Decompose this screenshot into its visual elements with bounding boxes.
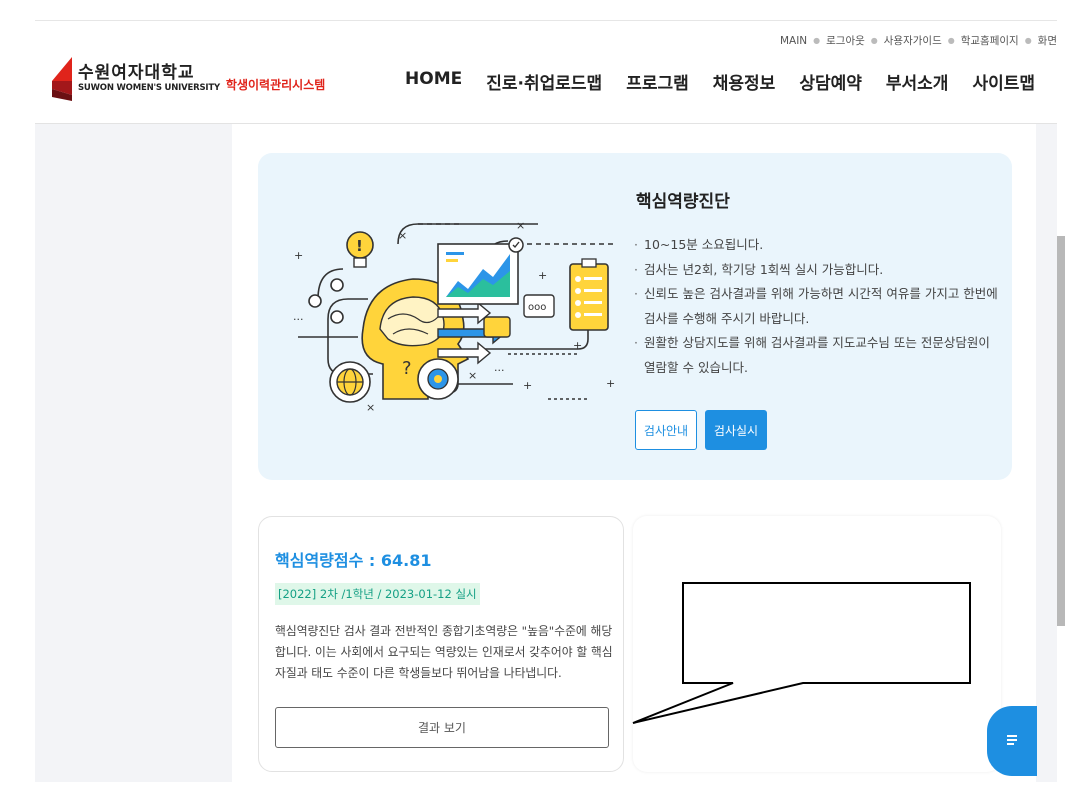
separator-dot: ●	[813, 36, 821, 45]
logo-korean-text: 수원여자대학교	[78, 63, 195, 84]
intro-bullet: 검사는 년2회, 학기당 1회씩 실시 가능합니다.	[632, 258, 1002, 283]
document-list-icon	[1007, 735, 1017, 747]
svg-text:+: +	[294, 249, 303, 262]
main-nav: HOME 진로·취업로드맵 프로그램 채용정보 상담예약 부서소개 사이트맵	[381, 69, 1035, 94]
view-result-button[interactable]: 결과 보기	[275, 707, 609, 748]
separator-dot: ●	[947, 36, 955, 45]
intro-bullet: 10~15분 소요됩니다.	[632, 233, 1002, 258]
scrollbar[interactable]	[1057, 236, 1065, 626]
score-card: 핵심역량점수 : 64.81 [2022] 2차 /1학년 / 2023-01-…	[258, 516, 624, 772]
test-guide-button[interactable]: 검사안내	[635, 410, 697, 450]
svg-text:×: ×	[398, 229, 407, 242]
test-start-button[interactable]: 검사실시	[705, 410, 767, 450]
speech-callout-box	[632, 582, 971, 724]
svg-text:+: +	[538, 269, 547, 282]
logo-mark-icon	[50, 57, 74, 101]
intro-title: 핵심역량진단	[636, 192, 730, 212]
svg-text:?: ?	[402, 358, 412, 379]
util-link-user-guide[interactable]: 사용자가이드	[884, 33, 942, 48]
utility-links: MAIN ● 로그아웃 ● 사용자가이드 ● 학교홈페이지 ● 화면	[780, 33, 1057, 48]
nav-career-roadmap[interactable]: 진로·취업로드맵	[486, 69, 602, 94]
nav-home[interactable]: HOME	[405, 69, 462, 94]
score-title: 핵심역량점수 : 64.81	[275, 551, 432, 570]
separator-dot: ●	[1024, 36, 1032, 45]
svg-text:···: ···	[293, 313, 304, 326]
intro-bullet: 원활한 상담지도를 위해 검사결과를 지도교수님 또는 전문상담원이 열람할 수…	[632, 331, 1002, 380]
site-header: MAIN ● 로그아웃 ● 사용자가이드 ● 학교홈페이지 ● 화면 수원여자대…	[35, 20, 1057, 124]
intro-bullet-list: 10~15분 소요됩니다. 검사는 년2회, 학기당 1회씩 실시 가능합니다.…	[632, 233, 1002, 380]
util-link-main[interactable]: MAIN	[780, 35, 807, 47]
util-link-logout[interactable]: 로그아웃	[826, 33, 865, 48]
nav-counsel-reservation[interactable]: 상담예약	[799, 69, 862, 94]
core-competency-intro: ! ? ooo + × × + ··· + × × + + ··· 핵심역량진단…	[258, 153, 1012, 480]
util-link-screen[interactable]: 화면	[1038, 33, 1057, 48]
nav-sitemap[interactable]: 사이트맵	[972, 69, 1035, 94]
logo-english-text: SUWON WOMEN'S UNIVERSITY	[78, 83, 220, 94]
svg-text:···: ···	[494, 364, 505, 377]
nav-department-intro[interactable]: 부서소개	[886, 69, 949, 94]
system-name: 학생이력관리시스템	[225, 77, 326, 92]
svg-text:×: ×	[366, 401, 375, 414]
svg-text:+: +	[523, 379, 532, 392]
util-link-school-homepage[interactable]: 학교홈페이지	[961, 33, 1019, 48]
floating-menu-button[interactable]	[987, 706, 1037, 776]
svg-text:+: +	[573, 339, 582, 352]
score-description: 핵심역량진단 검사 결과 전반적인 종합기초역량은 "높음"수준에 해당합니다.…	[275, 624, 613, 680]
separator-dot: ●	[870, 36, 878, 45]
svg-text:ooo: ooo	[528, 302, 546, 313]
nav-program[interactable]: 프로그램	[626, 69, 689, 94]
svg-text:×: ×	[516, 219, 525, 232]
svg-text:!: !	[356, 237, 363, 255]
intro-bullet: 신뢰도 높은 검사결과를 위해 가능하면 시간적 여유를 가지고 한번에 검사를…	[632, 282, 1002, 331]
university-logo[interactable]: 수원여자대학교 SUWON WOMEN'S UNIVERSITY 학생이력관리시…	[50, 57, 325, 101]
nav-job-info[interactable]: 채용정보	[713, 69, 776, 94]
score-session-badge: [2022] 2차 /1학년 / 2023-01-12 실시	[275, 583, 480, 605]
competency-illustration: ! ? ooo + × × + ··· + × × + + ···	[288, 199, 620, 419]
svg-text:+: +	[606, 377, 615, 390]
svg-text:×: ×	[468, 369, 477, 382]
